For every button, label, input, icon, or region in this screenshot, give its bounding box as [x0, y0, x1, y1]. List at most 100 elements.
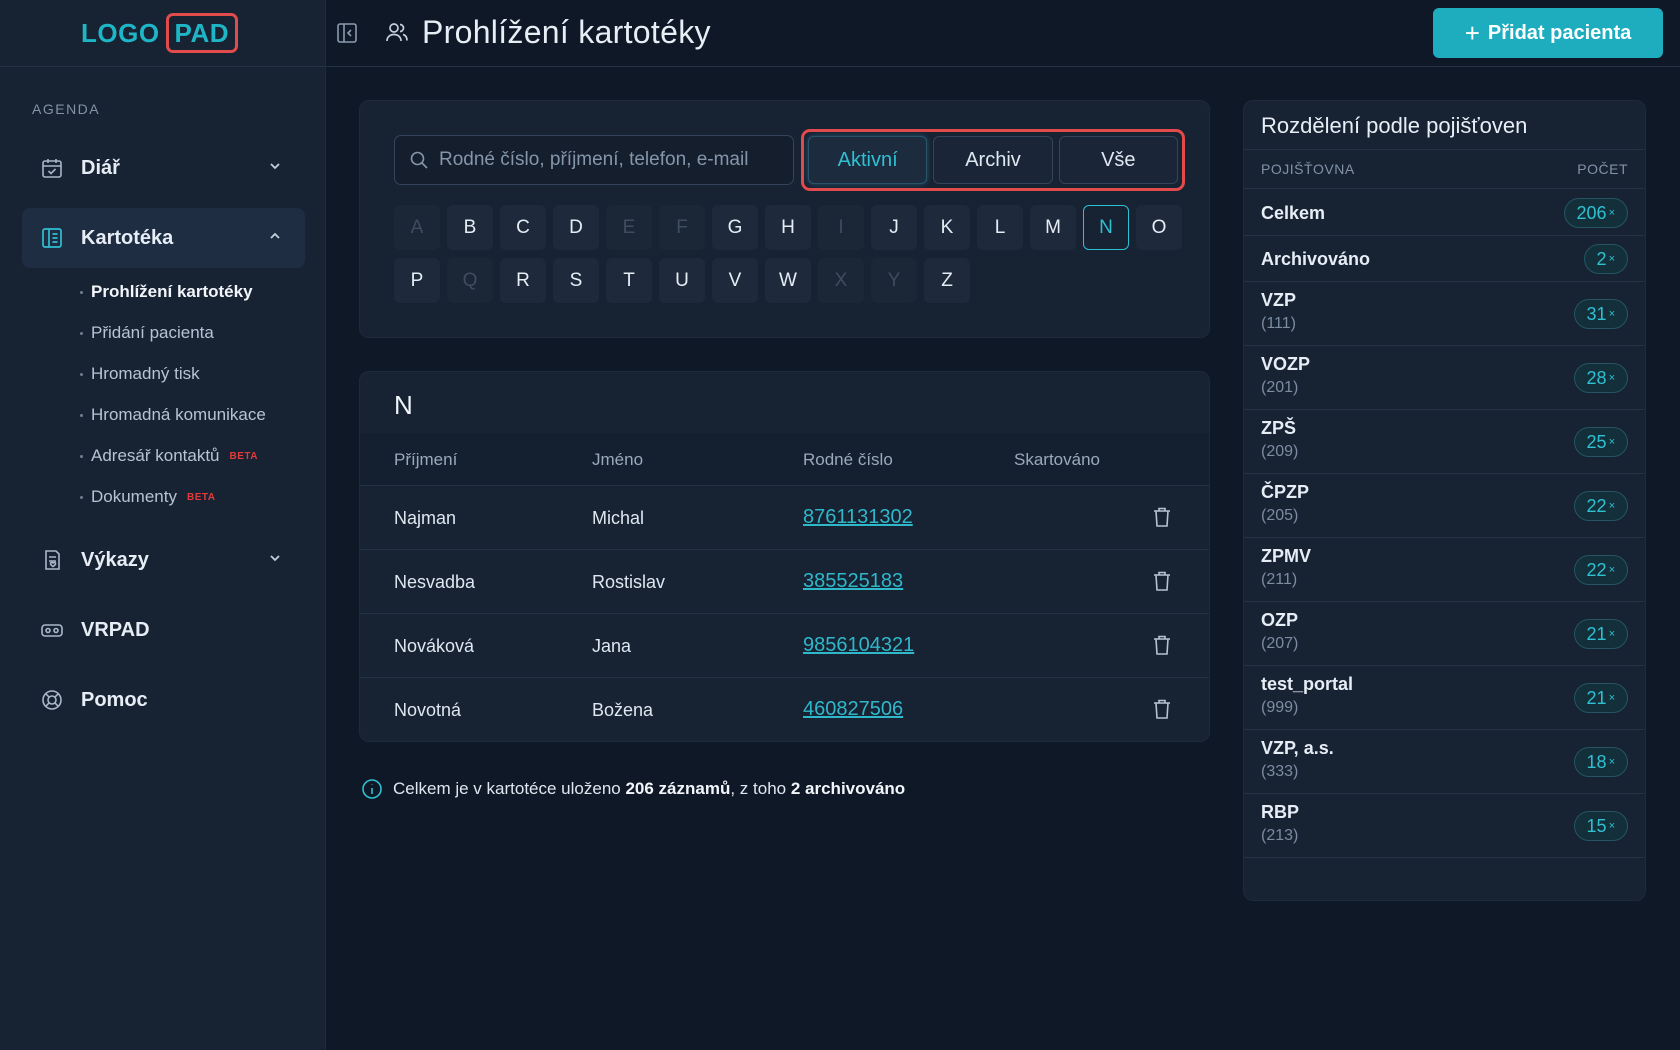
sidebar-item-pomoc[interactable]: Pomoc — [22, 670, 305, 730]
sidebar-collapse-icon[interactable] — [336, 22, 358, 44]
table-header: Příjmení Jméno Rodné číslo Skartováno — [360, 433, 1209, 486]
letter-button-n[interactable]: N — [1083, 205, 1129, 250]
summary-middle: , z toho — [730, 779, 787, 798]
letter-button-z[interactable]: Z — [924, 258, 970, 303]
insurance-row: OZP (207) 21 × — [1244, 602, 1645, 666]
records-summary: Celkem je v kartotéce uloženo 206 záznam… — [361, 778, 905, 800]
segment-aktivni[interactable]: Aktivní — [808, 136, 928, 184]
letter-button-g[interactable]: G — [712, 205, 758, 250]
count-suffix: × — [1608, 207, 1615, 219]
count-suffix: × — [1608, 564, 1615, 576]
letter-button-x: X — [818, 258, 864, 303]
insurance-table-header: POJIŠŤOVNA POČET — [1244, 149, 1645, 189]
plus-icon: + — [1464, 18, 1480, 48]
vr-headset-icon — [40, 618, 64, 642]
count-badge: 31 × — [1573, 299, 1628, 329]
cell-name: Božena — [592, 700, 654, 720]
count-value: 15 — [1586, 815, 1607, 836]
sidebar-subitem-tisk[interactable]: Hromadný tisk — [80, 364, 200, 384]
insurer-code: (111) — [1261, 315, 1296, 332]
letter-button-f: F — [659, 205, 705, 250]
letter-button-b[interactable]: B — [447, 205, 493, 250]
letter-button-e: E — [606, 205, 652, 250]
letter-button-l[interactable]: L — [977, 205, 1023, 250]
letter-button-c[interactable]: C — [500, 205, 546, 250]
birth-number-link[interactable]: 8761131302 — [803, 506, 913, 529]
sidebar-item-diar[interactable]: Diář — [22, 138, 305, 198]
sidebar-subitem-adresar[interactable]: Adresář kontaktů BETA — [80, 446, 258, 466]
insurer-name: test_portal — [1261, 674, 1354, 694]
alphabet-filter: ABCDEFGHIJKLMNO PQRSTUVWXYZ — [394, 205, 1194, 311]
insurer-code: (213) — [1261, 827, 1299, 844]
sidebar: LOGO PAD AGENDA Diář Kartotéka Prohlížen… — [0, 0, 326, 1050]
insurer-name: VZP, a.s. — [1261, 738, 1334, 758]
sidebar-item-label: Kartotéka — [81, 226, 174, 249]
letter-button-j[interactable]: J — [871, 205, 917, 250]
count-value: 21 — [1586, 687, 1607, 708]
sidebar-subitem-prohlizeni[interactable]: Prohlížení kartotéky — [80, 282, 253, 302]
letter-button-o[interactable]: O — [1136, 205, 1182, 250]
filter-panel: Aktivní Archiv Vše ABCDEFGHIJKLMNO PQRST… — [359, 100, 1210, 338]
search-input[interactable] — [439, 149, 789, 171]
bullet — [80, 290, 83, 294]
insurer-code: (201) — [1261, 379, 1299, 396]
sidebar-subitem-komunikace[interactable]: Hromadná komunikace — [80, 405, 266, 425]
count-badge: 21 × — [1573, 683, 1628, 713]
insurer-code: (209) — [1261, 443, 1299, 460]
letter-button-m[interactable]: M — [1030, 205, 1076, 250]
sidebar-subitem-pridani[interactable]: Přidání pacienta — [80, 323, 214, 343]
search-field[interactable] — [394, 135, 794, 185]
birth-number-link[interactable]: 460827506 — [803, 698, 903, 721]
table-row: Novotná Božena 460827506 — [360, 678, 1209, 741]
sidebar-subitem-label: Prohlížení kartotéky — [91, 282, 253, 301]
bullet — [80, 331, 83, 335]
sidebar-subitem-dokumenty[interactable]: Dokumenty BETA — [80, 487, 215, 507]
segment-archiv[interactable]: Archiv — [933, 136, 1053, 184]
birth-number-link[interactable]: 385525183 — [803, 570, 903, 593]
letter-button-d[interactable]: D — [553, 205, 599, 250]
count-badge: 18 × — [1573, 747, 1628, 777]
cell-name: Jana — [592, 636, 632, 656]
letter-button-r[interactable]: R — [500, 258, 546, 303]
segment-vse[interactable]: Vše — [1058, 136, 1178, 184]
sidebar-item-vykazy[interactable]: Výkazy — [22, 530, 305, 590]
sidebar-item-label: Výkazy — [81, 548, 149, 571]
column-header-name: Jméno — [592, 450, 644, 469]
birth-number-link[interactable]: 9856104321 — [803, 634, 914, 657]
letter-button-p[interactable]: P — [394, 258, 440, 303]
cell-name: Michal — [592, 508, 645, 528]
letter-button-v[interactable]: V — [712, 258, 758, 303]
letter-button-k[interactable]: K — [924, 205, 970, 250]
count-value: 25 — [1586, 431, 1607, 452]
table-row: Najman Michal 8761131302 — [360, 486, 1209, 550]
logo[interactable]: LOGO PAD — [80, 13, 239, 53]
add-patient-button[interactable]: + Přidat pacienta — [1433, 8, 1663, 58]
count-value: 206 — [1576, 202, 1607, 223]
letter-button-u[interactable]: U — [659, 258, 705, 303]
trash-icon[interactable] — [1152, 506, 1172, 528]
count-value: 21 — [1586, 623, 1607, 644]
trash-icon[interactable] — [1152, 634, 1172, 656]
trash-icon[interactable] — [1152, 698, 1172, 720]
bullet — [80, 413, 83, 417]
sidebar-item-kartoteka[interactable]: Kartotéka — [22, 208, 305, 268]
letter-button-t[interactable]: T — [606, 258, 652, 303]
page-title: Prohlížení kartotéky — [422, 14, 711, 50]
count-badge: 21 × — [1573, 619, 1628, 649]
count-badge: 28 × — [1573, 363, 1628, 393]
sidebar-item-vrpad[interactable]: VRPAD — [22, 600, 305, 660]
sidebar-subitem-label: Adresář kontaktů — [91, 446, 220, 465]
letter-button-w[interactable]: W — [765, 258, 811, 303]
letter-button-h[interactable]: H — [765, 205, 811, 250]
insurance-row: test_portal (999) 21 × — [1244, 666, 1645, 730]
cell-surname: Nesvadba — [394, 572, 476, 592]
letter-button-a: A — [394, 205, 440, 250]
letter-button-s[interactable]: S — [553, 258, 599, 303]
count-value: 31 — [1586, 303, 1607, 324]
insurer-name: RBP — [1261, 802, 1300, 822]
logo-text: LOGO — [80, 17, 160, 48]
insurance-row: VZP, a.s. (333) 18 × — [1244, 730, 1645, 794]
insurance-title: Rozdělení podle pojišťoven — [1261, 113, 1528, 138]
trash-icon[interactable] — [1152, 570, 1172, 592]
insurer-code: (205) — [1261, 507, 1299, 524]
